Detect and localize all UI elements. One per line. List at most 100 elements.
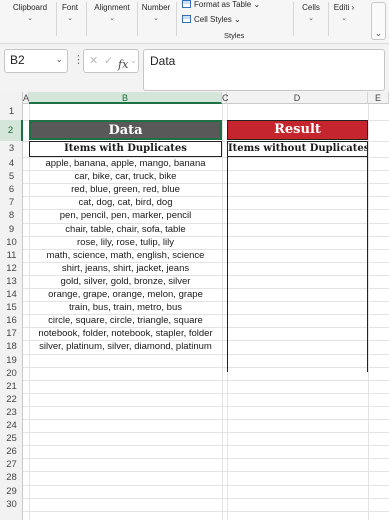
format-as-table-button[interactable]: Format as Table ⌄ (182, 0, 260, 9)
data-subheader-cell[interactable]: Items with Duplicates (29, 141, 222, 157)
row-header[interactable]: 3 (0, 141, 23, 157)
row-headers: 1 2 3 4 5 6 7 8 9 10 11 12 13 14 15 16 17 18 19 20 21 22 23 24 2… (0, 104, 23, 520)
row-header[interactable]: 9 (0, 223, 23, 236)
chevron-down-icon[interactable]: ⌄ (130, 56, 137, 65)
row-header[interactable]: 4 (0, 157, 23, 170)
data-item-cell[interactable]: rose, lily, rose, tulip, lily (29, 236, 222, 249)
row-header[interactable]: 18 (0, 340, 23, 353)
ribbon-divider (56, 2, 57, 36)
row-gridline (23, 484, 389, 486)
result-column-range[interactable] (227, 157, 368, 372)
row-header[interactable]: 10 (0, 236, 23, 249)
row-header[interactable]: 26 (0, 445, 23, 458)
format-as-table-label: Format as Table (194, 0, 252, 9)
row-header[interactable]: 6 (0, 183, 23, 196)
data-item-cell[interactable]: apple, banana, apple, mango, banana (29, 157, 222, 170)
cells-group[interactable]: Cells ⌄ (300, 3, 322, 22)
data-item-cell[interactable]: chair, table, chair, sofa, table (29, 223, 222, 236)
data-item-cell[interactable]: circle, square, circle, triangle, square (29, 314, 222, 327)
clipboard-label: Clipboard (12, 3, 48, 12)
ribbon-divider (86, 2, 87, 36)
excel-window: Clipboard ⌄ Font ⌄ Alignment ⌄ Number ⌄ … (0, 0, 389, 520)
data-item-cell[interactable]: silver, platinum, silver, diamond, plati… (29, 340, 222, 353)
clipboard-group[interactable]: Clipboard ⌄ (8, 3, 52, 22)
ribbon-divider (328, 2, 329, 36)
data-item-cell[interactable]: gold, silver, gold, bronze, silver (29, 275, 222, 288)
row-header[interactable]: 20 (0, 367, 23, 380)
row-header[interactable]: 24 (0, 419, 23, 432)
cell-styles-icon (182, 15, 191, 23)
data-item-cell[interactable]: orange, grape, orange, melon, grape (29, 288, 222, 301)
row-gridline (23, 471, 389, 473)
table-icon (182, 0, 191, 8)
data-item-cell[interactable]: cat, dog, cat, bird, dog (29, 196, 222, 209)
column-header-e[interactable]: E (368, 92, 389, 104)
result-header-cell[interactable]: Result (227, 120, 368, 140)
alignment-label: Alignment (94, 3, 130, 12)
row-header[interactable]: 15 (0, 301, 23, 314)
column-header-b[interactable]: B (29, 92, 222, 104)
data-item-cell[interactable]: train, bus, train, metro, bus (29, 301, 222, 314)
styles-caption: Styles (224, 31, 245, 40)
ribbon-expand-button[interactable]: ⌄ (371, 2, 386, 40)
row-header[interactable]: 2 (0, 120, 23, 141)
row-gridline (23, 392, 389, 394)
row-header[interactable]: 23 (0, 406, 23, 419)
chevron-down-icon: ⌄ (153, 15, 159, 22)
row-gridline (23, 432, 389, 434)
data-item-cell[interactable]: math, science, math, english, science (29, 249, 222, 262)
cells-label: Cells (302, 3, 320, 12)
data-item-cell[interactable]: notebook, folder, notebook, stapler, fol… (29, 327, 222, 340)
editing-label: Editi › (333, 3, 355, 12)
chevron-down-icon: ⌄ (341, 15, 347, 22)
column-header-d[interactable]: D (227, 92, 368, 104)
cell-styles-button[interactable]: Cell Styles ⌄ (182, 15, 241, 24)
ribbon-divider (137, 2, 138, 36)
row-gridline (23, 510, 389, 512)
select-all-corner[interactable] (0, 92, 23, 104)
row-header[interactable]: 28 (0, 471, 23, 484)
ribbon: Clipboard ⌄ Font ⌄ Alignment ⌄ Number ⌄ … (0, 0, 389, 44)
row-gridline (23, 419, 389, 420)
chevron-down-icon: ⌄ (109, 15, 115, 22)
row-header[interactable]: 14 (0, 288, 23, 301)
row-header[interactable]: 27 (0, 458, 23, 471)
row-header[interactable]: 19 (0, 354, 23, 367)
row-header[interactable]: 1 (0, 104, 23, 120)
cell-styles-label: Cell Styles (194, 15, 232, 24)
row-header[interactable]: 16 (0, 314, 23, 327)
worksheet-grid[interactable]: A B C D E 1 2 3 4 5 6 7 8 9 10 11 12 13 14 15 16 17 18 19 2… (0, 92, 389, 520)
data-header-cell[interactable]: Data (29, 120, 222, 140)
alignment-group[interactable]: Alignment ⌄ (90, 3, 134, 22)
ribbon-divider (293, 2, 294, 36)
font-group[interactable]: Font ⌄ (58, 3, 82, 22)
row-header[interactable]: 8 (0, 209, 23, 222)
row-header[interactable]: 30 (0, 498, 23, 511)
formula-bar: B2 ⌄ ⋮ ✕ ✓ fx ⌄ Data (0, 44, 389, 92)
row-header[interactable]: 12 (0, 262, 23, 275)
result-subheader-cell[interactable]: Items without Duplicates (227, 141, 368, 157)
row-header[interactable]: 22 (0, 393, 23, 406)
number-group[interactable]: Number ⌄ (139, 3, 173, 22)
row-header[interactable]: 11 (0, 249, 23, 262)
data-item-cell[interactable]: red, blue, green, red, blue (29, 183, 222, 196)
enter-icon[interactable]: ✓ (104, 54, 113, 67)
editing-group[interactable]: Editi › ⌄ (333, 3, 355, 22)
chevron-down-icon: ⌄ (27, 15, 33, 22)
data-item-cell[interactable]: shirt, jeans, shirt, jacket, jeans (29, 262, 222, 275)
formula-input[interactable]: Data (143, 49, 385, 91)
data-item-cell[interactable]: pen, pencil, pen, marker, pencil (29, 209, 222, 222)
row-header[interactable]: 5 (0, 170, 23, 183)
name-box[interactable]: B2 ⌄ (4, 49, 68, 73)
row-header[interactable]: 21 (0, 380, 23, 393)
row-header[interactable]: 7 (0, 196, 23, 209)
row-header[interactable]: 29 (0, 485, 23, 498)
row-gridline (23, 445, 389, 447)
cancel-icon[interactable]: ✕ (89, 54, 98, 67)
data-item-cell[interactable]: car, bike, car, truck, bike (29, 170, 222, 183)
row-header[interactable]: 25 (0, 432, 23, 445)
row-header[interactable]: 13 (0, 275, 23, 288)
row-header[interactable]: 17 (0, 327, 23, 340)
row-gridline (23, 405, 389, 407)
chevron-down-icon: ⌄ (67, 15, 73, 22)
